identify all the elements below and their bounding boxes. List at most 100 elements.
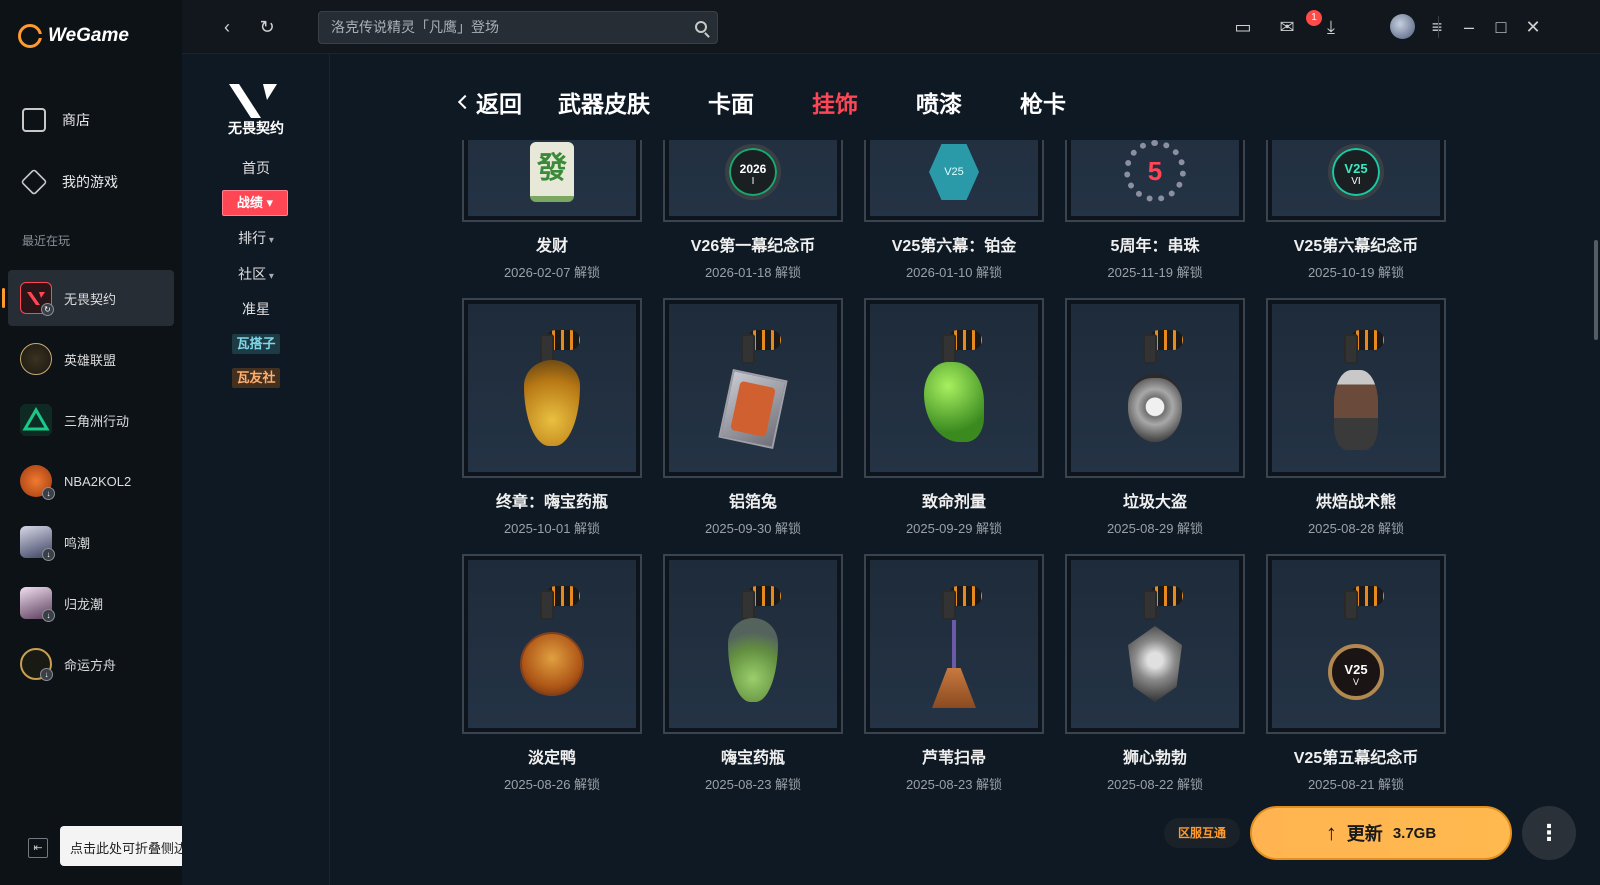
broom-icon [932,668,976,708]
back-arrow-icon[interactable]: ‹ [216,16,238,38]
subnav-community[interactable]: 社区 ▾ [182,264,330,284]
charm-unlock-date: 2025-08-22 解锁 [1106,777,1204,792]
wegame-logo-icon [18,24,42,48]
charm-clip-icon [540,586,580,620]
user-avatar[interactable] [1390,14,1415,39]
maximize-icon[interactable]: □ [1490,16,1512,38]
search-icon[interactable] [695,21,707,33]
subnav-rank[interactable]: 排行 ▾ [182,228,330,248]
charm-name: V25第五幕纪念币 [1293,750,1419,767]
nav-shop[interactable]: 商店 [22,108,90,132]
charm-thumbnail: V25 [864,140,1044,222]
charm-card[interactable]: V25 VI V25第六幕纪念币 2025-10-19 解锁 [1266,140,1446,281]
back-button[interactable]: 返回 [457,85,522,119]
charm-card[interactable]: V25 V V25第五幕纪念币 2025-08-21 解锁 [1266,554,1446,793]
charm-card[interactable]: 嗨宝药瓶 2025-08-23 解锁 [663,554,843,793]
top-bar: ‹ ↻ 洛克传说精灵「凡鹰」登场 ▭ ✉ ⤓ ≡ – □ ✕ [182,0,1600,54]
charm-name: 5周年：串珠 [1110,238,1200,255]
charm-card[interactable]: 致命剂量 2025-09-29 解锁 [864,298,1044,537]
baker-bear-icon [1334,370,1378,450]
more-options-icon[interactable]: ⋮ [1522,806,1576,860]
charm-thumbnail [462,554,642,734]
charm-unlock-date: 2025-08-29 解锁 [1106,521,1204,536]
subnav-tag-wayoushe[interactable]: 瓦友社 [232,368,280,388]
subnav-home[interactable]: 首页 [182,158,330,178]
nav-my-games[interactable]: 我的游戏 [20,168,118,196]
recent-game-guilongchao[interactable]: ↓ 归龙潮 [8,575,174,631]
charm-card[interactable]: 5 5周年：串珠 2025-11-19 解锁 [1065,140,1245,281]
mail-icon[interactable]: ✉ [1276,16,1298,38]
update-button[interactable]: ↑ 更新 3.7GB [1250,806,1512,860]
charm-card[interactable]: 發 发财 2026-02-07 解锁 [462,140,642,281]
charm-card[interactable]: 狮心勃勃 2025-08-22 解锁 [1065,554,1245,793]
charm-card[interactable]: 烘焙战术熊 2025-08-28 解锁 [1266,298,1446,537]
v25-act6-coin-icon: V25 VI [1328,144,1384,200]
search-input[interactable]: 洛克传说精灵「凡鹰」登场 [318,11,718,44]
chat-icon[interactable]: ▭ [1232,16,1254,38]
refresh-icon[interactable]: ↻ [256,16,278,38]
recent-game-lost-ark[interactable]: ↓ 命运方舟 [8,636,174,692]
charm-name: 铝箔兔 [728,494,777,511]
close-icon[interactable]: ✕ [1522,16,1544,38]
recent-played-label: 最近在玩 [22,234,71,248]
charm-name: V26第一幕纪念币 [690,238,816,255]
recent-game-lol[interactable]: 英雄联盟 [8,331,174,387]
charm-card[interactable]: 终章：嗨宝药瓶 2025-10-01 解锁 [462,298,642,537]
subnav-record-button[interactable]: 战绩 ▾ [222,190,288,216]
shop-icon [22,108,46,132]
tab-gun-cards[interactable]: 枪卡 [1020,85,1066,119]
recent-game-label: 归龙潮 [64,596,104,612]
subnav-tag-wadazi[interactable]: 瓦搭子 [232,334,280,354]
games-icon [20,168,48,196]
charm-card[interactable]: 铝箔兔 2025-09-30 解锁 [663,298,843,537]
collapse-sidebar-icon[interactable]: ⇤ [28,838,48,858]
charm-clip-icon [741,586,781,620]
foil-bunny-icon [718,368,788,450]
charm-thumbnail [864,298,1044,478]
recent-game-valorant[interactable]: ↻ 无畏契约 [2,270,174,326]
recent-game-nba2kol2[interactable]: ↓ NBA2KOL2 [8,453,174,509]
charm-card[interactable]: 2026 I V26第一幕纪念币 2026-01-18 解锁 [663,140,843,281]
charm-thumbnail [864,554,1044,734]
recent-game-label: 无畏契约 [64,291,117,307]
category-tabs: 返回 武器皮肤 卡面 挂饰 喷漆 枪卡 [457,82,1066,122]
recent-game-wuthering-waves[interactable]: ↓ 鸣潮 [8,514,174,570]
left-sidebar: WeGame 商店 我的游戏 最近在玩 ↻ 无畏契约 英雄联盟 三角洲行动 ↓ … [0,0,182,885]
download-manager-icon[interactable]: ⤓ [1320,16,1342,38]
charm-card[interactable]: 淡定鸭 2025-08-26 解锁 [462,554,642,793]
nav-shop-label: 商店 [62,112,90,128]
v26-coin-icon: 2026 I [725,144,781,200]
subnav-crosshair[interactable]: 准星 [182,299,330,319]
nav-my-games-label: 我的游戏 [62,174,118,190]
charm-card[interactable]: V25 V25第六幕：铂金 2026-01-10 解锁 [864,140,1044,281]
potion-bottle-icon [728,618,778,702]
minimize-icon[interactable]: – [1458,16,1480,38]
charm-name: V25第六幕纪念币 [1293,238,1419,255]
tab-cards[interactable]: 卡面 [708,85,754,119]
tab-sprays[interactable]: 喷漆 [916,85,962,119]
charm-card[interactable]: 芦苇扫帚 2025-08-23 解锁 [864,554,1044,793]
charm-thumbnail [1065,554,1245,734]
charm-card[interactable]: 垃圾大盗 2025-08-29 解锁 [1065,298,1245,537]
charm-name: 嗨宝药瓶 [720,750,785,767]
charm-name: V25第六幕：铂金 [891,238,1017,255]
charm-clip-icon [540,330,580,364]
recent-game-delta-force[interactable]: 三角洲行动 [8,392,174,448]
charm-thumbnail: V25 V [1266,554,1446,734]
beads-five-icon: 5 [1124,140,1186,202]
menu-icon[interactable]: ≡ [1426,16,1448,38]
scrollbar[interactable] [1594,240,1598,340]
tab-charms[interactable]: 挂饰 [812,85,858,119]
game-name: 无畏契约 [228,120,284,136]
charm-unlock-date: 2025-08-23 解锁 [905,777,1003,792]
recent-game-label: 三角洲行动 [64,413,130,429]
chevron-down-icon: ▾ [266,235,274,246]
download-badge-icon: ↓ [40,668,53,681]
recent-game-label: NBA2KOL2 [64,473,132,489]
tab-weapon-skins[interactable]: 武器皮肤 [558,85,650,119]
wegame-logo[interactable]: WeGame [18,24,129,48]
charm-name: 终章：嗨宝药瓶 [495,494,608,511]
sync-badge-icon: ↻ [41,303,54,316]
charm-unlock-date: 2026-02-07 解锁 [503,265,601,280]
mail-count-badge: 1 [1306,10,1322,26]
